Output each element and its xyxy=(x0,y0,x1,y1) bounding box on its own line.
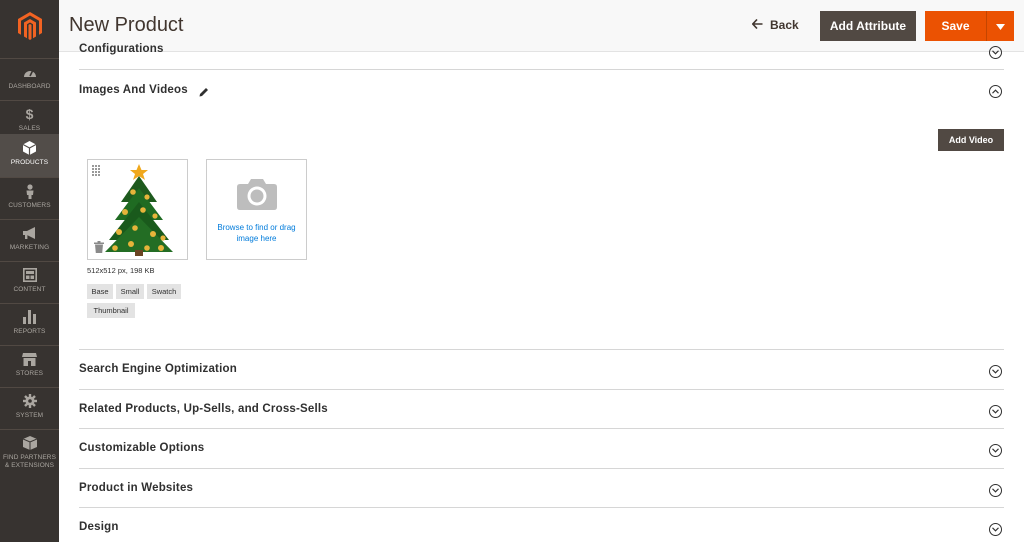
app-root: DASHBOARD $ SALES PRODUCTS CUSTOMERS MAR… xyxy=(0,0,1024,542)
section-configurations[interactable]: Configurations xyxy=(79,43,1004,70)
section-title: Design xyxy=(79,521,119,533)
sidebar-item-customers[interactable]: CUSTOMERS xyxy=(0,177,59,219)
sidebar-item-label: SYSTEM xyxy=(15,412,44,419)
sidebar-item-label: PRODUCTS xyxy=(10,159,49,166)
section-search-engine-optimization[interactable]: Search Engine Optimization xyxy=(79,350,1004,390)
back-button-label: Back xyxy=(770,18,799,32)
gear-icon xyxy=(22,393,38,409)
sidebar-item-stores[interactable]: STORES xyxy=(0,345,59,387)
section-title: Search Engine Optimization xyxy=(79,363,237,375)
add-video-button[interactable]: Add Video xyxy=(938,129,1004,151)
dollar-icon: $ xyxy=(25,106,34,122)
sidebar-item-label: DASHBOARD xyxy=(8,83,51,90)
sidebar-item-label: REPORTS xyxy=(13,328,46,335)
chevron-down-icon xyxy=(989,444,1002,457)
section-title: Related Products, Up-Sells, and Cross-Se… xyxy=(79,403,328,415)
box-icon xyxy=(22,435,38,451)
section-title: Product in Websites xyxy=(79,482,194,494)
image-upload-dropzone[interactable]: Browse to find or drag image here xyxy=(206,159,307,260)
sidebar-item-content[interactable]: CONTENT xyxy=(0,261,59,303)
layout-icon xyxy=(22,267,38,283)
sidebar-item-label: SALES xyxy=(18,125,41,132)
save-button[interactable]: Save xyxy=(925,11,986,41)
image-role-tag: Small xyxy=(116,284,144,299)
section-title: Configurations xyxy=(79,43,164,55)
image-size-info: 512x512 px, 198 KB xyxy=(87,266,155,275)
add-attribute-button[interactable]: Add Attribute xyxy=(820,11,916,41)
megaphone-icon xyxy=(22,225,38,241)
sidebar-item-label: CONTENT xyxy=(13,286,46,293)
sidebar-item-products[interactable]: PRODUCTS xyxy=(0,134,59,177)
section-related-products[interactable]: Related Products, Up-Sells, and Cross-Se… xyxy=(79,390,1004,429)
chevron-down-icon xyxy=(989,484,1002,497)
speedometer-icon xyxy=(22,64,38,80)
chevron-up-icon[interactable] xyxy=(989,85,1002,98)
arrow-left-icon xyxy=(751,18,763,32)
image-role-tag: Swatch xyxy=(147,284,181,299)
product-image-card[interactable] xyxy=(87,159,188,260)
sidebar-item-system[interactable]: SYSTEM xyxy=(0,387,59,429)
camera-icon xyxy=(236,177,278,215)
person-icon xyxy=(22,183,38,199)
caret-down-icon xyxy=(996,17,1005,35)
chevron-down-icon xyxy=(989,405,1002,418)
sidebar-item-label: CUSTOMERS xyxy=(8,202,51,209)
chevron-down-icon xyxy=(989,46,1002,59)
section-title[interactable]: Images And Videos xyxy=(79,84,188,96)
sidebar-item-find-partners[interactable]: FIND PARTNERS & EXTENSIONS xyxy=(0,429,59,475)
page-title: New Product xyxy=(69,14,184,36)
chevron-down-icon xyxy=(989,523,1002,536)
sidebar-item-label: MARKETING xyxy=(9,244,50,251)
bar-chart-icon xyxy=(22,309,38,325)
product-image-christmas-tree xyxy=(103,162,175,263)
sidebar-item-label: FIND PARTNERS & EXTENSIONS xyxy=(2,454,57,469)
sidebar-item-label: STORES xyxy=(15,370,44,377)
section-design[interactable]: Design xyxy=(79,508,1004,542)
section-product-in-websites[interactable]: Product in Websites xyxy=(79,469,1004,508)
page-header: New Product Back Add Attribute Save xyxy=(59,0,1024,52)
storefront-icon xyxy=(22,351,38,367)
image-role-tag: Thumbnail xyxy=(87,303,135,318)
sidebar-item-reports[interactable]: REPORTS xyxy=(0,303,59,345)
upload-instructions[interactable]: Browse to find or drag image here xyxy=(207,222,306,244)
section-customizable-options[interactable]: Customizable Options xyxy=(79,429,1004,469)
save-options-toggle[interactable] xyxy=(986,11,1014,41)
chevron-down-icon xyxy=(989,365,1002,378)
back-button[interactable]: Back xyxy=(751,16,799,34)
sidebar-item-dashboard[interactable]: DASHBOARD xyxy=(0,58,59,100)
section-title: Customizable Options xyxy=(79,442,205,454)
sidebar-item-marketing[interactable]: MARKETING xyxy=(0,219,59,261)
admin-sidebar: DASHBOARD $ SALES PRODUCTS CUSTOMERS MAR… xyxy=(0,0,59,542)
trash-icon[interactable] xyxy=(94,240,104,258)
magento-logo-icon xyxy=(17,12,42,40)
pencil-icon[interactable] xyxy=(199,84,209,102)
image-role-tag: Base xyxy=(87,284,113,299)
cube-icon xyxy=(22,140,38,156)
product-form: Configurations Images And Videos Add Vid… xyxy=(59,43,1024,542)
magento-logo[interactable] xyxy=(0,0,59,52)
drag-handle-icon[interactable] xyxy=(92,164,100,182)
